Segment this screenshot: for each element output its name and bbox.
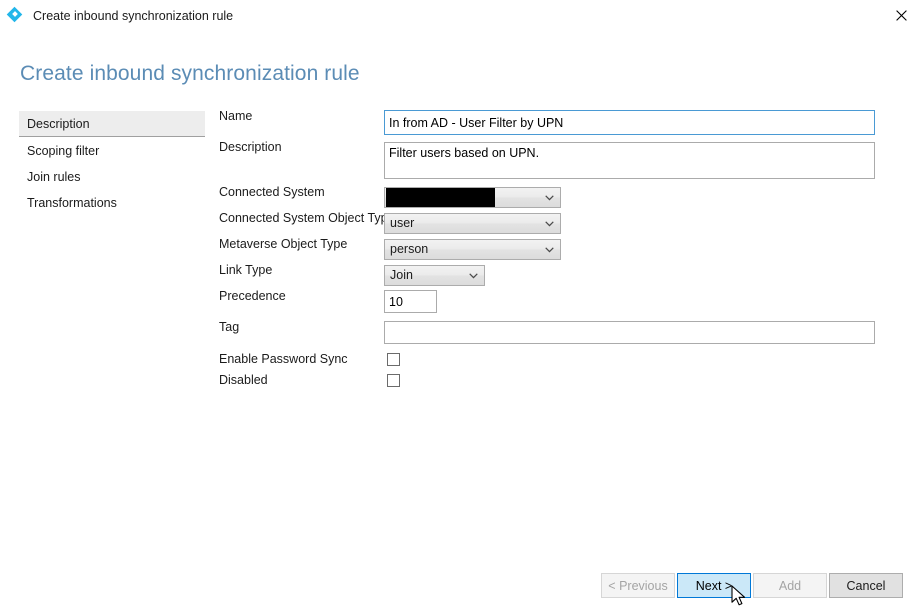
wizard-step-navigation: Description Scoping filter Join rules Tr… [19,111,205,216]
add-button[interactable]: Add [753,573,827,598]
sidebar-item-label: Join rules [27,170,81,184]
link-type-value: Join [390,268,413,282]
window-title: Create inbound synchronization rule [33,8,234,23]
page-title: Create inbound synchronization rule [20,62,360,85]
close-icon[interactable] [878,0,924,30]
description-label: Description [219,140,282,154]
next-button-label: Next > [695,578,733,593]
description-textarea[interactable] [384,142,875,179]
sidebar-item-scoping-filter[interactable]: Scoping filter [19,138,205,164]
link-type-dropdown[interactable]: Join [384,265,485,286]
connected-system-object-type-dropdown[interactable]: user [384,213,561,234]
link-type-label: Link Type [219,263,273,277]
azure-ad-connect-diamond-icon [6,6,24,24]
sidebar-item-label: Description [27,117,90,131]
disabled-checkbox[interactable] [387,374,400,387]
name-input[interactable] [384,110,875,135]
cancel-button-label: Cancel [846,578,886,593]
sidebar-item-label: Scoping filter [27,144,100,158]
name-label: Name [219,109,253,123]
previous-button-label: < Previous [608,578,668,593]
chevron-down-icon [469,266,478,285]
precedence-input[interactable] [384,290,437,313]
next-button[interactable]: Next > [677,573,751,598]
sidebar-item-join-rules[interactable]: Join rules [19,164,205,190]
sidebar-item-label: Transformations [27,196,117,210]
tag-input[interactable] [384,321,875,344]
enable-password-sync-checkbox[interactable] [387,353,400,366]
precedence-label: Precedence [219,289,286,303]
window-title-bar: Create inbound synchronization rule [0,0,924,31]
sidebar-item-transformations[interactable]: Transformations [19,190,205,216]
connected-system-redaction [386,188,495,207]
sidebar-item-description[interactable]: Description [19,111,205,137]
connected-system-object-type-label: Connected System Object Type [219,211,395,225]
tag-label: Tag [219,320,240,334]
chevron-down-icon [545,240,554,259]
enable-password-sync-label: Enable Password Sync [219,352,348,366]
metaverse-object-type-label: Metaverse Object Type [219,237,348,251]
description-form: Name Description Connected System Connec… [0,0,924,611]
chevron-down-icon [545,214,554,233]
previous-button[interactable]: < Previous [601,573,675,598]
connected-system-object-type-value: user [390,216,415,230]
cancel-button[interactable]: Cancel [829,573,903,598]
metaverse-object-type-dropdown[interactable]: person [384,239,561,260]
disabled-label: Disabled [219,373,268,387]
metaverse-object-type-value: person [390,242,429,256]
connected-system-label: Connected System [219,185,325,199]
add-button-label: Add [778,578,802,593]
chevron-down-icon [545,188,554,207]
